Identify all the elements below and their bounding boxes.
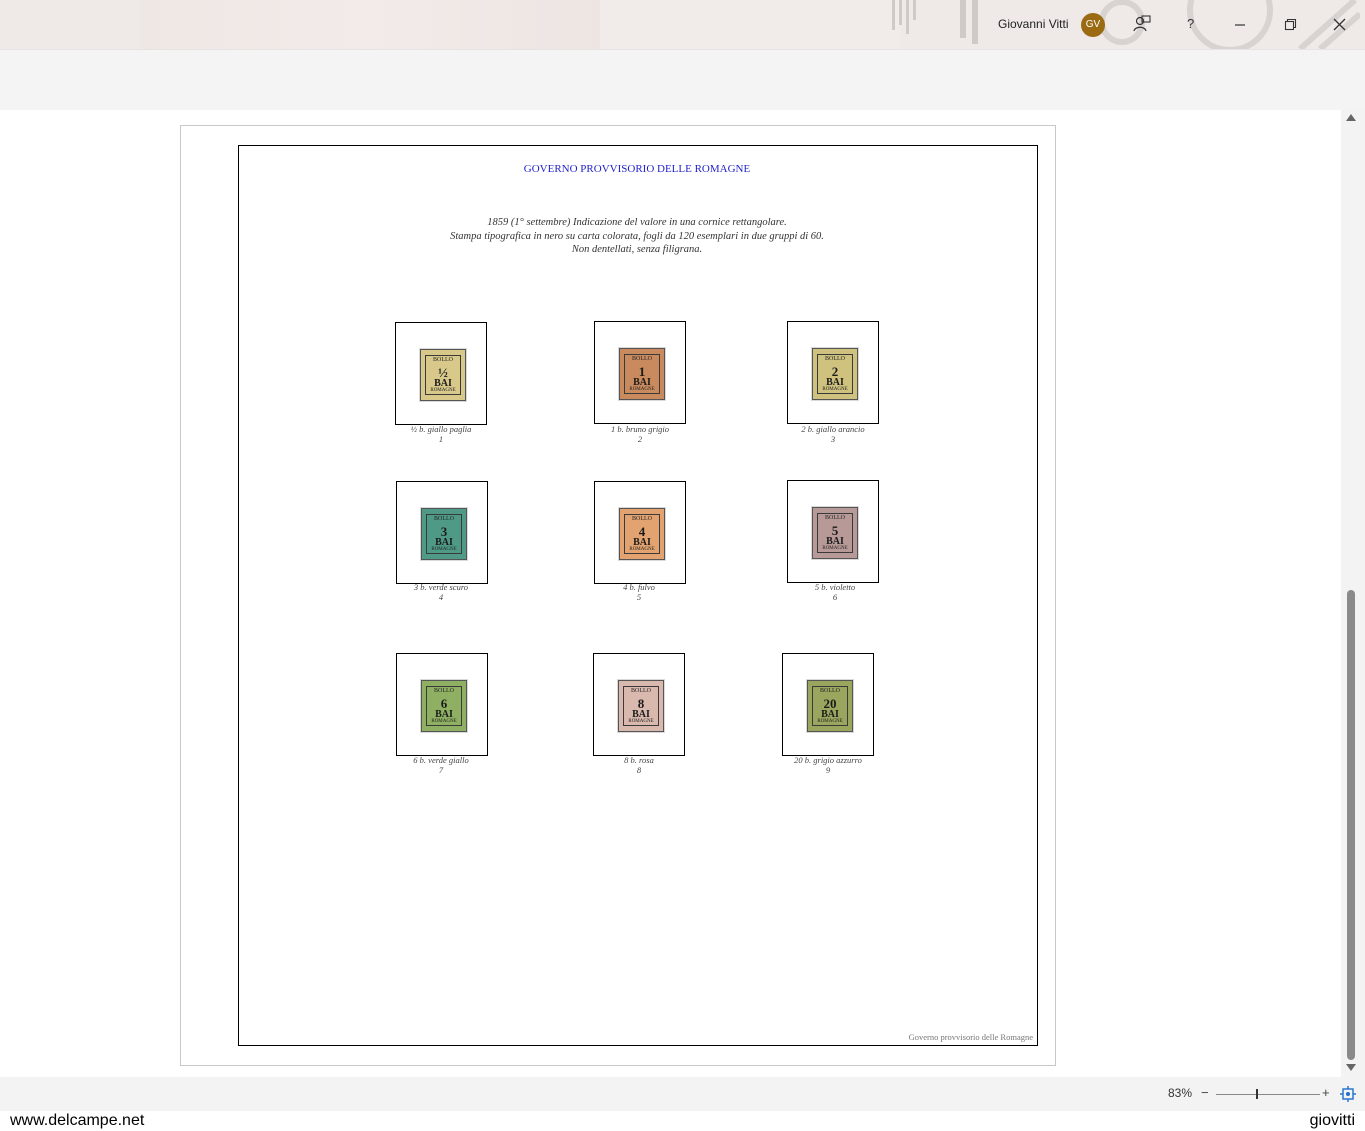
fit-to-window-icon[interactable] bbox=[1340, 1086, 1356, 1102]
zoom-out-button[interactable]: − bbox=[1201, 1085, 1209, 1100]
stamp-bottom-text: ROMAGNE bbox=[430, 388, 456, 393]
stamp-image: BOLLO 1 BAI ROMAGNE bbox=[619, 348, 665, 400]
stamp-inner-frame: BOLLO 6 BAI ROMAGNE bbox=[426, 686, 462, 726]
page-footer-note: Governo provvisorio delle Romagne bbox=[908, 1032, 1033, 1042]
minimize-icon[interactable] bbox=[1234, 19, 1246, 31]
title-bar: Giovanni Vitti GV ? bbox=[0, 0, 1365, 49]
stamp-number: 6 bbox=[832, 591, 838, 602]
stamp-caption: ½ b. giallo paglia 1 bbox=[366, 424, 516, 444]
stamp-image: BOLLO 2 BAI ROMAGNE bbox=[812, 348, 858, 400]
stamp-image: BOLLO 20 BAI ROMAGNE bbox=[807, 680, 853, 732]
stamp-top-text: BOLLO bbox=[825, 356, 845, 362]
restore-icon[interactable] bbox=[1284, 18, 1297, 31]
watermark-right: giovitti bbox=[1309, 1112, 1355, 1129]
stamp-top-text: BOLLO bbox=[632, 516, 652, 522]
stamp-top-text: BOLLO bbox=[631, 688, 651, 694]
stamp-caption: 8 b. rosa 8 bbox=[564, 755, 714, 775]
scroll-up-arrow-icon[interactable] bbox=[1346, 114, 1356, 121]
stamp-inner-frame: BOLLO 4 BAI ROMAGNE bbox=[624, 514, 660, 554]
page-description: 1859 (1° settembre) Indicazione del valo… bbox=[238, 216, 1036, 257]
stamp-bottom-text: ROMAGNE bbox=[822, 546, 848, 551]
stamp-top-text: BOLLO bbox=[434, 516, 454, 522]
stamp-number: 7 bbox=[438, 764, 444, 775]
stamp-top-text: BOLLO bbox=[825, 515, 845, 521]
stamp-bottom-text: ROMAGNE bbox=[628, 719, 654, 724]
scrollbar-thumb[interactable] bbox=[1347, 590, 1355, 1060]
stamp-bottom-text: ROMAGNE bbox=[822, 387, 848, 392]
page-title: GOVERNO PROVVISORIO DELLE ROMAGNE bbox=[523, 163, 751, 175]
stamp-caption: 4 b. fulvo 5 bbox=[564, 582, 714, 602]
scroll-down-arrow-icon[interactable] bbox=[1346, 1064, 1356, 1071]
stamp-slot: BOLLO 3 BAI ROMAGNE bbox=[396, 481, 488, 584]
stamp-image: BOLLO 8 BAI ROMAGNE bbox=[618, 680, 664, 732]
stamp-caption: 1 b. bruno grigio 2 bbox=[565, 424, 715, 444]
stamp-image: BOLLO 6 BAI ROMAGNE bbox=[421, 680, 467, 732]
stamp-inner-frame: BOLLO 2 BAI ROMAGNE bbox=[817, 354, 853, 394]
stamp-number: 9 bbox=[825, 764, 831, 775]
user-name: Giovanni Vitti bbox=[998, 17, 1069, 31]
stamp-slot: BOLLO 8 BAI ROMAGNE bbox=[593, 653, 685, 756]
stamp-slot: BOLLO 20 BAI ROMAGNE bbox=[782, 653, 874, 756]
description-line: Stampa tipografica in nero su carta colo… bbox=[450, 230, 824, 242]
ribbon-area bbox=[0, 49, 1365, 111]
help-button[interactable]: ? bbox=[1187, 16, 1194, 31]
description-line: 1859 (1° settembre) Indicazione del valo… bbox=[487, 217, 787, 228]
title-bar-background-art bbox=[140, 0, 600, 49]
stamp-caption: 3 b. verde scuro 4 bbox=[366, 582, 516, 602]
zoom-in-button[interactable]: + bbox=[1322, 1085, 1330, 1100]
avatar[interactable]: GV bbox=[1081, 13, 1105, 37]
stamp-image: BOLLO 5 BAI ROMAGNE bbox=[812, 507, 858, 559]
watermark-left: www.delcampe.net bbox=[10, 1112, 145, 1129]
stamp-bottom-text: ROMAGNE bbox=[817, 719, 843, 724]
close-icon[interactable] bbox=[1333, 18, 1346, 31]
title-bar-background-art bbox=[600, 0, 900, 49]
stamp-image: BOLLO 4 BAI ROMAGNE bbox=[619, 508, 665, 560]
stamp-top-text: BOLLO bbox=[434, 688, 454, 694]
avatar-initials: GV bbox=[1085, 19, 1101, 30]
stamp-number: 8 bbox=[636, 764, 642, 775]
stamp-caption: 5 b. violetto 6 bbox=[760, 582, 910, 602]
stamp-inner-frame: BOLLO 3 BAI ROMAGNE bbox=[426, 514, 462, 554]
stamp-inner-frame: BOLLO 8 BAI ROMAGNE bbox=[623, 686, 659, 726]
zoom-level[interactable]: 83% bbox=[1168, 1086, 1192, 1100]
stamp-top-text: BOLLO bbox=[433, 357, 453, 363]
stamp-bottom-text: ROMAGNE bbox=[629, 387, 655, 392]
stamp-top-text: BOLLO bbox=[820, 688, 840, 694]
stamp-bottom-text: ROMAGNE bbox=[431, 547, 457, 552]
zoom-slider[interactable] bbox=[1216, 1089, 1320, 1099]
stamp-image: BOLLO ½ BAI ROMAGNE bbox=[420, 349, 466, 401]
stamp-slot: BOLLO 4 BAI ROMAGNE bbox=[594, 481, 686, 584]
stamp-inner-frame: BOLLO 20 BAI ROMAGNE bbox=[812, 686, 848, 726]
stamp-inner-frame: BOLLO ½ BAI ROMAGNE bbox=[425, 355, 461, 395]
stamp-number: 5 bbox=[636, 591, 642, 602]
stamp-slot: BOLLO ½ BAI ROMAGNE bbox=[395, 322, 487, 425]
description-line: Non dentellati, senza filigrana. bbox=[571, 244, 703, 255]
stamp-image: BOLLO 3 BAI ROMAGNE bbox=[421, 508, 467, 560]
stamp-number: 1 bbox=[438, 433, 444, 444]
stamp-number: 3 bbox=[830, 433, 836, 444]
feedback-icon[interactable] bbox=[1133, 15, 1151, 33]
stamp-number: 4 bbox=[438, 591, 444, 602]
stamp-caption: 20 b. grigio azzurro 9 bbox=[753, 755, 903, 775]
stamp-caption: 6 b. verde giallo 7 bbox=[366, 755, 516, 775]
stamp-bottom-text: ROMAGNE bbox=[629, 547, 655, 552]
stamp-top-text: BOLLO bbox=[632, 356, 652, 362]
stamp-bottom-text: ROMAGNE bbox=[431, 719, 457, 724]
stamp-slot: BOLLO 6 BAI ROMAGNE bbox=[396, 653, 488, 756]
stamp-inner-frame: BOLLO 1 BAI ROMAGNE bbox=[624, 354, 660, 394]
stamp-inner-frame: BOLLO 5 BAI ROMAGNE bbox=[817, 513, 853, 553]
stamp-slot: BOLLO 5 BAI ROMAGNE bbox=[787, 480, 879, 583]
stamp-number: 2 bbox=[637, 433, 643, 444]
stamp-slot: BOLLO 1 BAI ROMAGNE bbox=[594, 321, 686, 424]
zoom-slider-handle[interactable] bbox=[1256, 1089, 1258, 1099]
status-bar: 83% − + bbox=[0, 1077, 1365, 1111]
stamp-caption: 2 b. giallo arancio 3 bbox=[758, 424, 908, 444]
stamp-slot: BOLLO 2 BAI ROMAGNE bbox=[787, 321, 879, 424]
watermark-bar: www.delcampe.net giovitti bbox=[0, 1111, 1365, 1131]
